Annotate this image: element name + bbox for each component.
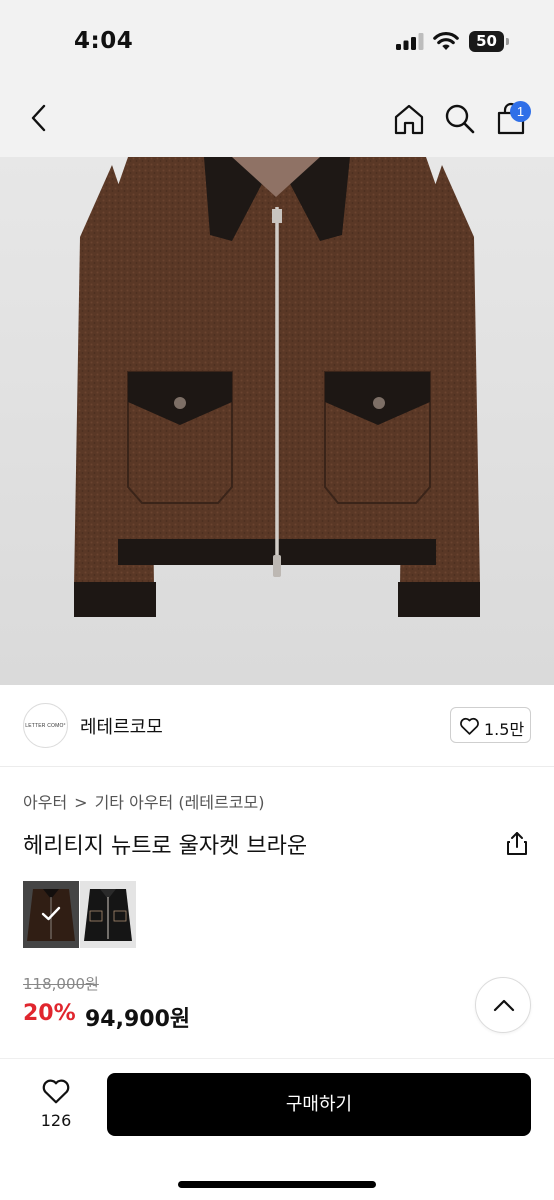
battery-level: 50 [476, 32, 497, 50]
bottom-action-bar: 126 구매하기 [0, 1058, 554, 1200]
original-price: 118,000원 [23, 975, 99, 993]
brand-like-button[interactable]: 1.5만 [450, 707, 531, 743]
product-title: 헤리티지 뉴트로 울자켓 브라운 [23, 834, 308, 859]
scroll-to-top-button[interactable] [475, 977, 531, 1033]
status-bar: 4:04 50 [0, 0, 554, 80]
battery-icon: 50 [469, 31, 509, 52]
brand-logo[interactable]: LETTER COMO° [23, 703, 68, 748]
search-icon[interactable] [443, 102, 477, 136]
breadcrumb-item-outer[interactable]: 아우터 [23, 789, 67, 813]
heart-icon [460, 717, 479, 735]
product-image[interactable] [0, 157, 554, 685]
chevron-up-icon [493, 999, 515, 1012]
breadcrumb-separator: > [74, 793, 88, 812]
share-icon[interactable] [505, 830, 529, 856]
home-indicator [178, 1181, 376, 1188]
wifi-icon [433, 31, 459, 50]
breadcrumb-item-category[interactable]: 기타 아우터 (레테르코모) [95, 789, 265, 813]
buy-button[interactable]: 구매하기 [107, 1073, 531, 1136]
color-option-black[interactable] [80, 881, 136, 948]
brand-name[interactable]: 레테르코모 [80, 713, 163, 739]
back-icon[interactable] [24, 102, 56, 134]
discount-rate: 20% [23, 1001, 76, 1026]
check-icon [41, 906, 61, 921]
home-icon[interactable] [392, 102, 426, 136]
cart-badge: 1 [510, 101, 531, 122]
breadcrumb: 아우터 > 기타 아우터 (레테르코모) [23, 789, 264, 813]
wishlist-button[interactable]: 126 [24, 1073, 88, 1137]
color-option-brown[interactable] [23, 881, 79, 948]
brand-like-count: 1.5만 [484, 720, 525, 739]
status-time: 4:04 [74, 28, 134, 54]
jacket-illustration [74, 157, 480, 617]
brand-row[interactable]: LETTER COMO° 레테르코모 1.5만 [0, 685, 554, 767]
sale-price: 94,900원 [85, 1007, 191, 1032]
black-jacket-thumbnail [84, 889, 132, 941]
nav-bar: 1 [0, 80, 554, 157]
heart-icon [42, 1079, 70, 1104]
wishlist-count: 126 [40, 1111, 72, 1130]
signal-icon [396, 33, 424, 50]
